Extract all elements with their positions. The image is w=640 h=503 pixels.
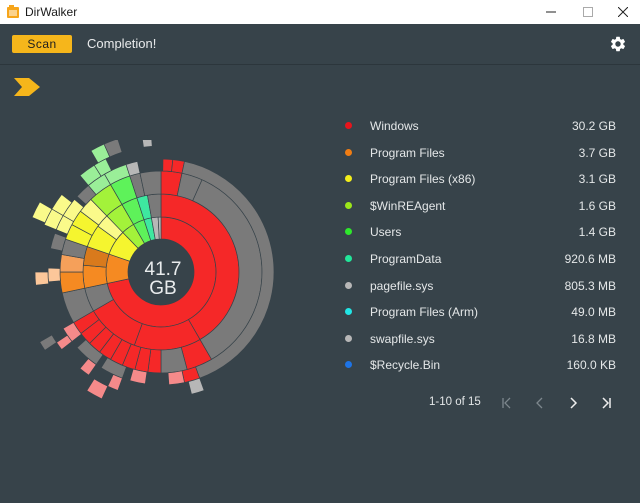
close-icon [618, 7, 628, 17]
dirwalker-app-icon [7, 5, 19, 18]
sunburst-segment[interactable] [162, 158, 174, 172]
sunburst-segment[interactable] [34, 271, 50, 286]
sunburst-segment[interactable] [167, 370, 185, 386]
minimize-icon [546, 11, 556, 13]
sunburst-segment[interactable] [129, 368, 148, 385]
last-page-button[interactable] [596, 394, 616, 412]
legend-color-dot [345, 361, 352, 369]
toolbar-divider [0, 64, 640, 65]
legend-item-size: 160.0 KB [566, 358, 616, 373]
legend-item[interactable]: $WinREAgent 1.6 GB [330, 193, 620, 220]
pager-range: 1-10 of 15 [429, 396, 481, 408]
legend-color-dot [345, 122, 352, 129]
last-page-icon [602, 397, 611, 409]
legend-item-size: 3.7 GB [578, 145, 616, 160]
sunburst-segment[interactable] [86, 378, 109, 400]
legend-item-size: 3.1 GB [578, 172, 616, 187]
sunburst-segment[interactable] [142, 140, 153, 148]
legend-item-name: Program Files (x86) [370, 172, 476, 187]
legend-color-dot [345, 334, 352, 342]
legend-item-name: ProgramData [370, 251, 442, 266]
sunburst-segment[interactable] [39, 334, 58, 351]
maximize-button[interactable] [571, 0, 605, 24]
sunburst-segment[interactable] [47, 267, 61, 283]
scan-button[interactable]: Scan [12, 35, 72, 53]
previous-page-button[interactable] [530, 394, 550, 412]
legend-item-size: 920.6 MB [564, 251, 616, 266]
legend-list: Windows 30.2 GB Program Files 3.7 GB Program… [330, 113, 620, 379]
legend-item-name: Program Files (Arm) [370, 305, 479, 320]
legend-item[interactable]: Program Files 3.7 GB [330, 140, 620, 167]
legend-item[interactable]: Program Files (x86) 3.1 GB [330, 166, 620, 193]
legend-item-size: 1.4 GB [578, 225, 616, 240]
legend-item-name: pagefile.sys [370, 278, 434, 293]
legend-item[interactable]: pagefile.sys 805.3 MB [330, 273, 620, 300]
chevron-left-icon [536, 397, 543, 409]
legend-item-name: swapfile.sys [370, 331, 435, 346]
legend-color-dot [345, 148, 352, 156]
legend-item-name: Windows [370, 119, 419, 133]
status-text: Completion! [87, 36, 157, 51]
toolbar: Scan Completion! [0, 24, 640, 64]
legend-item-name: $WinREAgent [370, 198, 446, 213]
legend-color-dot [345, 228, 352, 236]
legend-color-dot [345, 254, 352, 262]
next-page-button[interactable] [563, 394, 583, 412]
legend-item-name: $Recycle.Bin [370, 358, 441, 373]
maximize-icon [583, 7, 593, 17]
legend-item[interactable]: ProgramData 920.6 MB [330, 246, 620, 273]
legend-item-name: Users [370, 225, 402, 240]
legend-color-dot [345, 201, 352, 209]
legend-color-dot [345, 175, 352, 183]
legend-item-size: 805.3 MB [564, 278, 616, 293]
legend-item[interactable]: Windows 30.2 GB [330, 113, 620, 140]
legend-item-size: 49.0 MB [571, 305, 616, 320]
title-bar: DirWalker [0, 0, 640, 24]
breadcrumb-chevron-icon[interactable] [14, 78, 40, 96]
legend-item[interactable]: Program Files (Arm) 49.0 MB [330, 299, 620, 326]
legend-item[interactable]: Users 1.4 GB [330, 219, 620, 246]
window-title: DirWalker [25, 5, 78, 19]
legend-item-size: 16.8 MB [571, 331, 616, 346]
first-page-button[interactable] [497, 394, 517, 412]
legend-item[interactable]: swapfile.sys 16.8 MB [330, 326, 620, 353]
minimize-button[interactable] [534, 0, 568, 24]
legend-item[interactable]: $Recycle.Bin 160.0 KB [330, 352, 620, 379]
gear-icon[interactable] [609, 35, 627, 53]
legend-item-name: Program Files [370, 145, 445, 160]
total-size-unit: GB [149, 278, 177, 299]
legend-color-dot [345, 281, 352, 289]
close-button[interactable] [606, 0, 640, 24]
legend-color-dot [345, 308, 352, 316]
chevron-right-icon [570, 397, 578, 409]
first-page-icon [502, 397, 511, 409]
legend-item-size: 1.6 GB [578, 198, 616, 213]
legend-item-size: 30.2 GB [571, 119, 616, 133]
